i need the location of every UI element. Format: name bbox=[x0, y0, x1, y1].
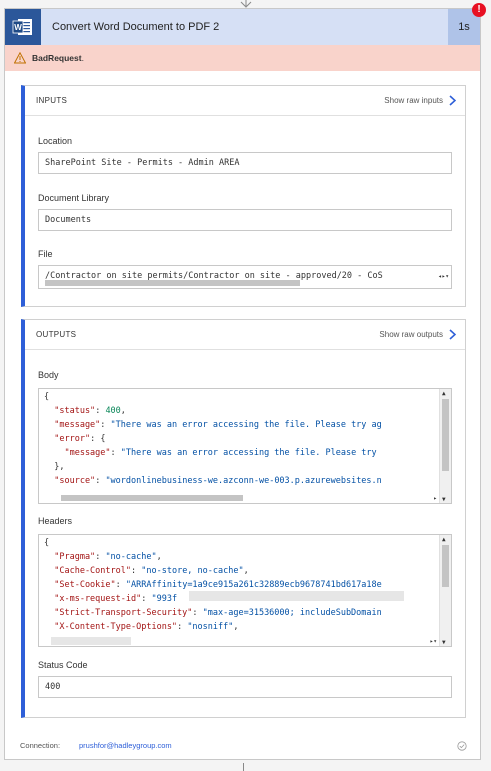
show-raw-outputs-link[interactable]: Show raw outputs bbox=[379, 320, 457, 349]
code-line: { bbox=[44, 392, 50, 402]
connection-value[interactable]: prushfor@hadleygroup.com bbox=[79, 733, 172, 759]
word-icon: W bbox=[5, 9, 41, 45]
action-title: Convert Word Document to PDF 2 bbox=[52, 21, 220, 33]
scroll-arrows-icon[interactable]: ▸ bbox=[433, 495, 437, 502]
outputs-header: OUTPUTS Show raw outputs bbox=[25, 320, 465, 350]
code-line: { bbox=[44, 538, 50, 548]
scroll-arrows-icon[interactable]: ▸▾ bbox=[430, 638, 437, 645]
headers-code-box[interactable]: "X-Content-Type-Options": "nosniff", "St… bbox=[38, 534, 452, 647]
redacted-value bbox=[189, 591, 404, 601]
document-library-label: Document Library bbox=[38, 193, 110, 203]
status-code-label: Status Code bbox=[38, 660, 88, 670]
inputs-header: INPUTS Show raw inputs bbox=[25, 86, 465, 116]
body-label: Body bbox=[38, 370, 59, 380]
outputs-title: OUTPUTS bbox=[36, 330, 77, 339]
scroll-down-icon[interactable]: ▼ bbox=[442, 497, 446, 503]
file-field[interactable]: /Contractor on site permits/Contractor o… bbox=[38, 265, 452, 289]
code-line: "x-ms-request-id": "993f bbox=[44, 594, 178, 604]
inputs-section: INPUTS Show raw inputs Location SharePoi… bbox=[21, 85, 466, 307]
connector-arrow-icon bbox=[240, 0, 252, 8]
warning-icon bbox=[14, 52, 26, 64]
redacted-value bbox=[51, 637, 131, 645]
footer: Connection: prushfor@hadleygroup.com bbox=[5, 733, 480, 759]
body-horizontal-scrollbar[interactable] bbox=[61, 495, 243, 501]
outputs-section: OUTPUTS Show raw outputs Body "source": … bbox=[21, 319, 466, 718]
headers-vertical-scrollbar[interactable]: ▲ ▼ bbox=[439, 535, 451, 646]
code-line: "Cache-Control": "no-store, no-cache", bbox=[44, 566, 249, 576]
connection-label: Connection: bbox=[20, 741, 61, 750]
code-line: "message": "There was an error accessing… bbox=[44, 448, 377, 458]
error-title: BadRequest. bbox=[32, 53, 84, 63]
body-vertical-scrollbar[interactable]: ▲ ▼ bbox=[439, 389, 451, 503]
error-badge-icon: ! bbox=[472, 3, 486, 17]
code-line: "Strict-Transport-Security": "max-age=31… bbox=[44, 608, 382, 618]
chevron-right-icon bbox=[449, 95, 457, 106]
body-code-box[interactable]: "source": "wordonlinebusiness-we.azconn-… bbox=[38, 388, 452, 504]
scroll-up-icon[interactable]: ▲ bbox=[442, 537, 446, 543]
code-line: "message": "There was an error accessing… bbox=[44, 420, 382, 430]
scroll-arrows-icon[interactable]: ◂▸▾ bbox=[438, 267, 449, 287]
code-line: }, bbox=[44, 462, 65, 472]
body-scroll-thumb[interactable] bbox=[442, 399, 449, 471]
headers-scroll-thumb[interactable] bbox=[442, 545, 449, 587]
code-line: "status": 400, bbox=[44, 406, 126, 416]
code-line: "source": "wordonlinebusiness-we.azconn-… bbox=[44, 476, 382, 486]
svg-text:W: W bbox=[14, 23, 22, 32]
location-label: Location bbox=[38, 136, 73, 146]
code-line: "Set-Cookie": "ARRAffinity=1a9ce915a261c… bbox=[44, 580, 382, 590]
file-label: File bbox=[38, 249, 53, 259]
headers-label: Headers bbox=[38, 516, 73, 526]
error-banner: BadRequest. bbox=[5, 45, 480, 71]
code-line: "X-Content-Type-Options": "nosniff", bbox=[44, 622, 239, 632]
check-circle-icon bbox=[457, 741, 467, 751]
code-line: "Pragma": "no-cache", bbox=[44, 552, 162, 562]
action-card: W Convert Word Document to PDF 2 1s ! Ba… bbox=[4, 3, 486, 760]
document-library-field[interactable]: Documents bbox=[38, 209, 452, 231]
scroll-down-icon[interactable]: ▼ bbox=[442, 640, 446, 646]
show-raw-inputs-link[interactable]: Show raw inputs bbox=[384, 86, 457, 115]
connector-line bbox=[243, 763, 244, 771]
status-code-field[interactable]: 400 bbox=[38, 676, 452, 698]
inputs-title: INPUTS bbox=[36, 96, 68, 105]
chevron-right-icon bbox=[449, 329, 457, 340]
code-line: "error": { bbox=[44, 434, 106, 444]
scroll-up-icon[interactable]: ▲ bbox=[442, 391, 446, 397]
action-header[interactable]: W Convert Word Document to PDF 2 1s ! bbox=[5, 3, 486, 45]
location-field[interactable]: SharePoint Site - Permits - Admin AREA bbox=[38, 152, 452, 174]
file-horizontal-scrollbar[interactable] bbox=[45, 280, 300, 286]
